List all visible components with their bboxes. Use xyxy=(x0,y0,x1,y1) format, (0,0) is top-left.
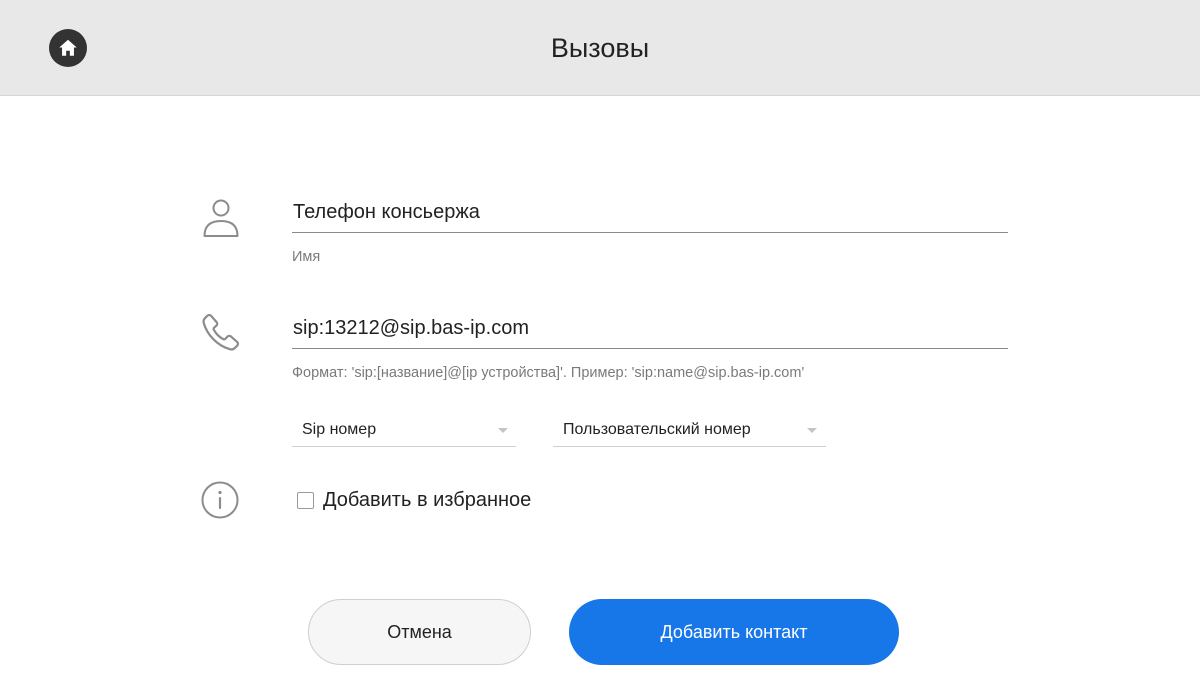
info-icon xyxy=(201,481,239,519)
favorite-checkbox[interactable]: Добавить в избранное xyxy=(297,486,531,514)
header-bar: Вызовы xyxy=(0,0,1200,96)
page-title: Вызовы xyxy=(550,33,650,63)
cancel-button-label: Отмена xyxy=(387,621,452,642)
person-icon xyxy=(203,199,239,237)
address-hint: Формат: 'sip:[название]@[ip устройства]'… xyxy=(292,365,805,381)
chevron-down-icon xyxy=(498,428,508,433)
name-input[interactable] xyxy=(292,195,1008,233)
chevron-down-icon xyxy=(807,428,817,433)
category-select-value: Пользовательский номер xyxy=(563,421,751,438)
add-contact-button-label: Добавить контакт xyxy=(660,621,808,642)
phone-icon xyxy=(202,313,240,351)
cancel-button[interactable]: Отмена xyxy=(308,599,531,665)
type-select-value: Sip номер xyxy=(302,421,377,438)
address-input[interactable] xyxy=(292,311,1008,349)
checkbox-box[interactable] xyxy=(297,491,314,509)
category-select[interactable]: Пользовательский номер xyxy=(553,415,826,447)
favorite-label: Добавить в избранное xyxy=(323,488,532,511)
add-contact-button[interactable]: Добавить контакт xyxy=(569,599,899,665)
name-hint: Имя xyxy=(292,249,321,265)
type-select[interactable]: Sip номер xyxy=(292,415,516,447)
